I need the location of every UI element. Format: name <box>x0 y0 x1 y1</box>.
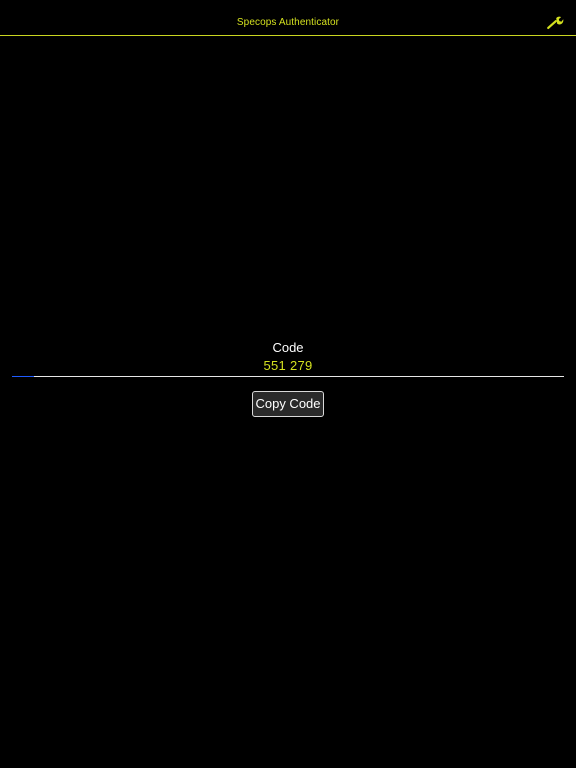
code-label: Code <box>272 340 304 355</box>
app-title: Specops Authenticator <box>236 17 340 28</box>
code-expiry-progress-fill <box>12 376 35 377</box>
wrench-icon <box>546 15 564 31</box>
code-expiry-progress <box>12 376 564 377</box>
copy-code-button[interactable]: Copy Code <box>252 391 324 417</box>
verification-code: 551 279 <box>263 358 313 373</box>
settings-button[interactable] <box>546 15 564 31</box>
authenticator-screen: Specops Authenticator Code 551 279 Copy … <box>0 0 576 768</box>
top-bar: Specops Authenticator <box>0 0 576 36</box>
